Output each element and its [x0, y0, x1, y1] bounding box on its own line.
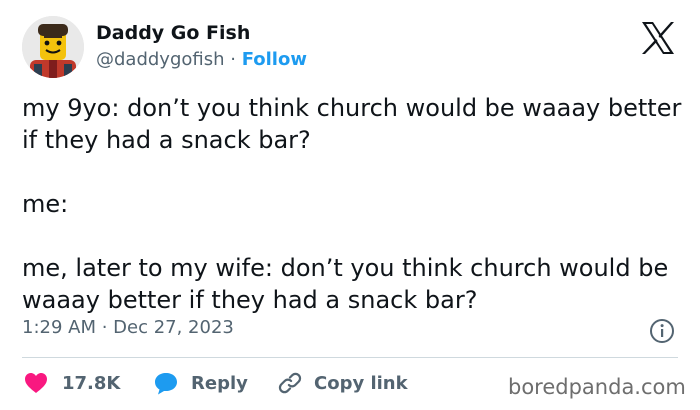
tweet-card: Daddy Go Fish @daddygofish · Follow my 9… — [0, 0, 700, 410]
handle-separator: · — [224, 49, 242, 70]
info-icon[interactable] — [649, 318, 675, 344]
divider — [22, 357, 678, 358]
avatar[interactable] — [22, 16, 84, 78]
tweet-line-1: my 9yo: don’t you think church would be … — [22, 94, 682, 154]
follow-button[interactable]: Follow — [242, 49, 307, 70]
copy-link-label: Copy link — [314, 372, 408, 394]
x-logo-icon[interactable] — [638, 18, 678, 58]
lego-figure-avatar-icon — [22, 16, 84, 78]
user-handle[interactable]: @daddygofish — [96, 49, 225, 70]
copy-link-button[interactable]: Copy link — [278, 366, 408, 400]
reply-label: Reply — [191, 372, 248, 394]
source-watermark: boredpanda.com — [508, 375, 686, 399]
display-name[interactable]: Daddy Go Fish — [96, 20, 250, 46]
link-icon — [278, 372, 302, 394]
tweet-line-3: me, later to my wife: don’t you think ch… — [22, 254, 669, 314]
heart-icon — [25, 373, 47, 393]
tweet-timestamp[interactable]: 1:29 AM · Dec 27, 2023 — [22, 316, 234, 340]
reply-button[interactable]: Reply — [153, 366, 248, 400]
handle-row: @daddygofish · Follow — [96, 48, 307, 72]
tweet-text: my 9yo: don’t you think church would be … — [22, 92, 692, 316]
reply-bubble-icon — [155, 373, 177, 395]
like-button[interactable]: 17.8K — [24, 366, 120, 400]
tweet-line-2: me: — [22, 190, 69, 218]
like-count: 17.8K — [62, 372, 121, 394]
